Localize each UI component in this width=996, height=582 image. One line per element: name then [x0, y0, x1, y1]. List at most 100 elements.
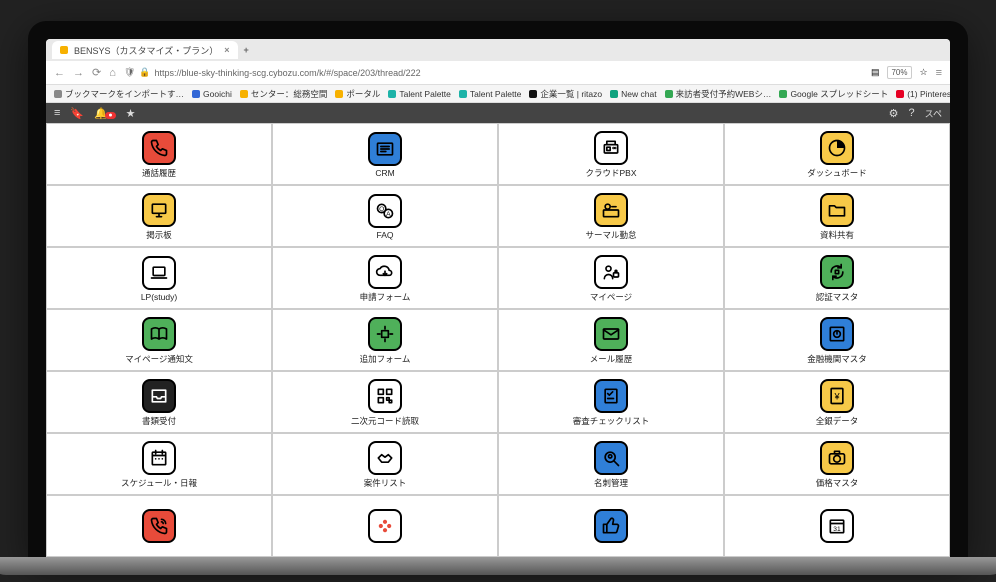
- bookmark-item[interactable]: ポータル: [335, 88, 380, 100]
- app-tile[interactable]: 申請フォーム: [272, 247, 498, 309]
- bookmark-favicon-icon: [335, 90, 343, 98]
- bookmark-favicon-icon: [54, 90, 62, 98]
- address-bar[interactable]: 🛡 🔒 https://blue-sky-thinking-scg.cybozu…: [124, 67, 863, 78]
- app-label: 金融機関マスタ: [807, 353, 867, 365]
- gear-icon[interactable]: ⚙: [889, 107, 899, 120]
- bookmark-favicon-icon: [388, 90, 396, 98]
- app-tile[interactable]: 認証マスタ: [724, 247, 950, 309]
- bookmark-label: ポータル: [346, 88, 380, 100]
- phone-icon: [142, 131, 176, 165]
- app-label: マイページ通知文: [125, 353, 193, 365]
- help-icon[interactable]: ?: [909, 107, 915, 119]
- bookmark-item[interactable]: 企業一覧 | ritazo: [529, 88, 602, 100]
- app-tile[interactable]: 通話履歴: [46, 123, 272, 185]
- app-header: ≡ 🔖 🔔 ● ★ ⚙ ? スペ: [46, 103, 950, 123]
- bookmark-label: ブックマークをインポートす…: [65, 88, 184, 100]
- zoom-badge[interactable]: 70%: [887, 66, 911, 79]
- app-tile[interactable]: 追加フォーム: [272, 309, 498, 371]
- app-label: クラウドPBX: [585, 167, 636, 179]
- app-tile[interactable]: LP(study): [46, 247, 272, 309]
- bookmark-item[interactable]: (1) Pinterest: [896, 89, 950, 99]
- bookmark-item[interactable]: Talent Palette: [388, 89, 451, 99]
- reader-icon[interactable]: ▤: [871, 67, 880, 78]
- bookmark-favicon-icon: [529, 90, 537, 98]
- bookmark-favicon-icon: [192, 90, 200, 98]
- app-tile[interactable]: クラウドPBX: [498, 123, 724, 185]
- app-tile[interactable]: 掲示板: [46, 185, 272, 247]
- yen-doc-icon: ¥: [820, 379, 854, 413]
- forward-button[interactable]: →: [73, 67, 84, 79]
- app-tile[interactable]: メール履歴: [498, 309, 724, 371]
- space-label[interactable]: スペ: [925, 107, 942, 120]
- app-tile[interactable]: 31: [724, 495, 950, 557]
- url-text: https://blue-sky-thinking-scg.cybozu.com…: [155, 68, 421, 78]
- app-tile[interactable]: [498, 495, 724, 557]
- arrows-icon: [368, 317, 402, 351]
- star-app-icon[interactable]: ★: [126, 107, 136, 120]
- browser-tabstrip: BENSYS（カスタマイズ・プラン） × +: [46, 39, 950, 61]
- close-tab-icon[interactable]: ×: [224, 45, 229, 55]
- app-tile[interactable]: 案件リスト: [272, 433, 498, 495]
- bookmark-item[interactable]: ブックマークをインポートす…: [54, 88, 184, 100]
- checklist-icon: [594, 379, 628, 413]
- svg-text:31: 31: [833, 526, 841, 533]
- svg-text:A: A: [386, 211, 391, 218]
- app-tile[interactable]: サーマル勤怠: [498, 185, 724, 247]
- bookmark-label: Google スプレッドシート: [790, 88, 888, 100]
- user-lock-icon: [594, 255, 628, 289]
- bookmark-label: (1) Pinterest: [907, 89, 950, 99]
- app-tile[interactable]: 名刺管理: [498, 433, 724, 495]
- new-tab-button[interactable]: +: [244, 45, 249, 55]
- app-tile[interactable]: QAFAQ: [272, 185, 498, 247]
- home-button[interactable]: ⌂: [109, 67, 116, 79]
- bookmark-item[interactable]: New chat: [610, 89, 656, 99]
- star-icon[interactable]: ☆: [920, 67, 928, 78]
- app-tile[interactable]: ダッシュボード: [724, 123, 950, 185]
- screen: BENSYS（カスタマイズ・プラン） × + ← → ⟳ ⌂ 🛡 🔒 https…: [46, 39, 950, 561]
- thermal-icon: [594, 193, 628, 227]
- app-grid-scroll[interactable]: 通話履歴CRM クラウドPBX ダッシュボード掲示板QAFAQ サーマル勤怠 資料共有 L…: [46, 123, 950, 561]
- app-tile[interactable]: [46, 495, 272, 557]
- app-tile[interactable]: マイページ: [498, 247, 724, 309]
- app-label: スケジュール・日報: [121, 477, 197, 489]
- folder-icon: [820, 193, 854, 227]
- bookmark-item[interactable]: 来訪者受付予約WEBシ…: [665, 88, 772, 100]
- bookmark-favicon-icon: [896, 90, 904, 98]
- browser-tab[interactable]: BENSYS（カスタマイズ・プラン） ×: [52, 41, 238, 59]
- lock-icon: 🔒: [139, 67, 150, 78]
- bookmark-label: Talent Palette: [470, 89, 522, 99]
- app-tile[interactable]: 資料共有: [724, 185, 950, 247]
- app-tile[interactable]: スケジュール・日報: [46, 433, 272, 495]
- tray-icon: [142, 379, 176, 413]
- app-tile[interactable]: CRM: [272, 123, 498, 185]
- app-label: 申請フォーム: [360, 291, 411, 303]
- thumb-icon: [594, 509, 628, 543]
- dots-icon: [368, 509, 402, 543]
- app-tile[interactable]: 書類受付: [46, 371, 272, 433]
- app-label: 書類受付: [142, 415, 176, 427]
- menu-button[interactable]: ≡: [936, 67, 942, 79]
- app-label: 追加フォーム: [360, 353, 411, 365]
- app-tile[interactable]: ¥ 全銀データ: [724, 371, 950, 433]
- bookmark-item[interactable]: Talent Palette: [459, 89, 522, 99]
- app-tile[interactable]: 審査チェックリスト: [498, 371, 724, 433]
- app-label: サーマル勤怠: [585, 229, 636, 241]
- fax-icon: [594, 131, 628, 165]
- bookmark-item[interactable]: センター：総務空間: [240, 88, 328, 100]
- laptop-bezel: BENSYS（カスタマイズ・プラン） × + ← → ⟳ ⌂ 🛡 🔒 https…: [28, 21, 968, 561]
- app-tile[interactable]: マイページ通知文: [46, 309, 272, 371]
- back-button[interactable]: ←: [54, 67, 65, 79]
- app-tile[interactable]: 二次元コード読取: [272, 371, 498, 433]
- reload-button[interactable]: ⟳: [92, 66, 101, 79]
- app-tile[interactable]: 金融機関マスタ: [724, 309, 950, 371]
- app-tile[interactable]: [272, 495, 498, 557]
- bookmark-item[interactable]: Google スプレッドシート: [779, 88, 888, 100]
- app-tile[interactable]: 価格マスタ: [724, 433, 950, 495]
- hamburger-icon[interactable]: ≡: [54, 107, 60, 119]
- app-label: ダッシュボード: [807, 167, 867, 179]
- cal31-icon: 31: [820, 509, 854, 543]
- app-label: 全銀データ: [816, 415, 859, 427]
- bookmark-item[interactable]: Gooichi: [192, 89, 232, 99]
- bookmark-icon[interactable]: 🔖: [70, 107, 84, 120]
- app-label: 案件リスト: [364, 477, 407, 489]
